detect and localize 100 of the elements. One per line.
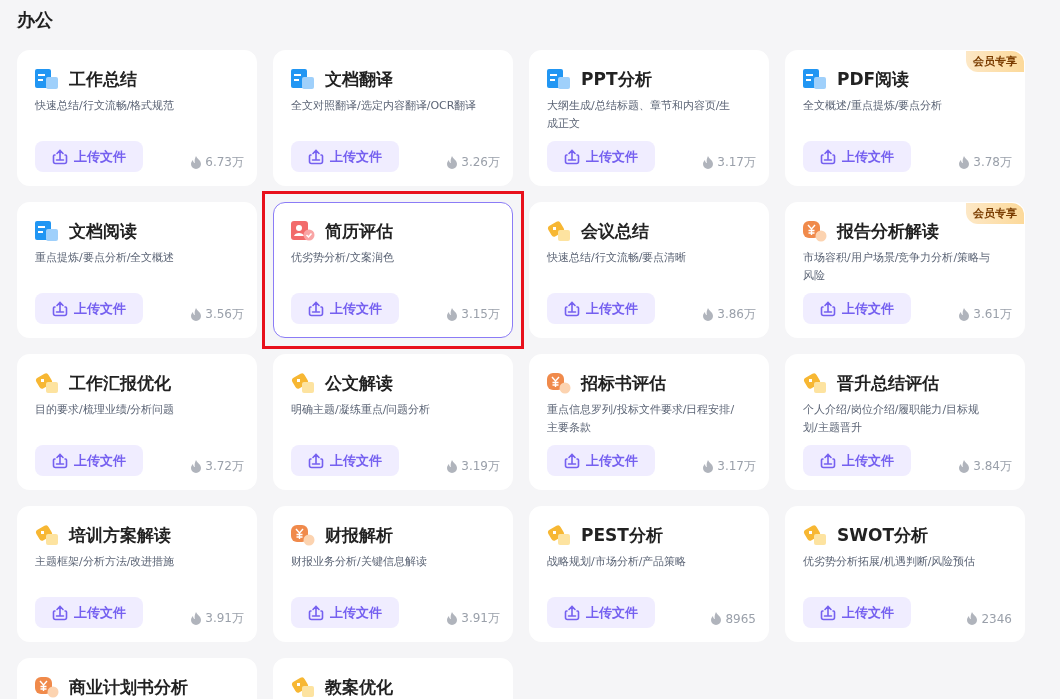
card-title: PPT分析 <box>581 67 652 91</box>
card-description: 战略规划/市场分析/产品策略 <box>547 554 688 570</box>
usage-count: 3.91万 <box>205 610 244 627</box>
upload-icon <box>308 604 324 621</box>
card-title: 财报解析 <box>325 523 393 547</box>
upload-icon <box>52 300 68 317</box>
upload-icon <box>308 148 324 165</box>
tool-card[interactable]: 会员专享 PDF阅读 全文概述/重点提炼/要点分析 上传文件 3.78万 <box>785 50 1025 186</box>
tool-card[interactable]: 文档阅读 重点提炼/要点分析/全文概述 上传文件 3.56万 <box>17 202 257 338</box>
upload-button[interactable]: 上传文件 <box>291 293 399 324</box>
usage-count: 3.72万 <box>205 458 244 475</box>
upload-icon <box>52 452 68 469</box>
card-title: 教案优化 <box>325 675 393 699</box>
upload-button[interactable]: 上传文件 <box>547 597 655 628</box>
upload-button[interactable]: 上传文件 <box>291 141 399 172</box>
tool-card[interactable]: 会员专享 报告分析解读 市场容积/用户场景/竞争力分析/策略与风险 上传文件 3.61万 <box>785 202 1025 338</box>
flame-icon <box>191 460 202 473</box>
flame-icon <box>703 156 714 169</box>
flame-icon <box>447 156 458 169</box>
upload-button[interactable]: 上传文件 <box>547 293 655 324</box>
upload-button[interactable]: 上传文件 <box>35 597 143 628</box>
coin-icon <box>803 220 827 242</box>
upload-button[interactable]: 上传文件 <box>291 445 399 476</box>
upload-button[interactable]: 上传文件 <box>547 445 655 476</box>
upload-icon <box>820 452 836 469</box>
flame-icon <box>959 156 970 169</box>
tool-card[interactable]: PPT分析 大纲生成/总结标题、章节和内容页/生成正文 上传文件 3.17万 <box>529 50 769 186</box>
flame-icon <box>959 308 970 321</box>
card-description: 目的要求/梳理业绩/分析问题 <box>35 402 176 418</box>
tool-card[interactable]: 简历评估 优劣势分析/文案润色 上传文件 3.15万 <box>273 202 513 338</box>
section-title: 办公 <box>17 8 53 32</box>
card-description: 快速总结/行文流畅/格式规范 <box>35 98 176 114</box>
document-icon <box>35 220 59 242</box>
ticket-icon <box>547 220 571 242</box>
upload-button[interactable]: 上传文件 <box>547 141 655 172</box>
card-title: PEST分析 <box>581 523 663 547</box>
document-icon <box>547 68 571 90</box>
usage-count: 3.86万 <box>717 306 756 323</box>
usage-count: 3.61万 <box>973 306 1012 323</box>
upload-icon <box>564 148 580 165</box>
tool-card[interactable]: SWOT分析 优劣势分析拓展/机遇判断/风险预估 上传文件 2346 <box>785 506 1025 642</box>
document-icon <box>291 68 315 90</box>
upload-button[interactable]: 上传文件 <box>35 293 143 324</box>
tool-card[interactable]: 晋升总结评估 个人介绍/岗位介绍/履职能力/目标规划/主题晋升 上传文件 3.84万 <box>785 354 1025 490</box>
card-title: 晋升总结评估 <box>837 371 939 395</box>
member-badge: 会员专享 <box>966 203 1024 224</box>
document-icon <box>803 68 827 90</box>
tool-card[interactable]: 文档翻译 全文对照翻译/选定内容翻译/OCR翻译 上传文件 3.26万 <box>273 50 513 186</box>
card-title: 招标书评估 <box>581 371 666 395</box>
flame-icon <box>967 612 978 625</box>
flame-icon <box>447 308 458 321</box>
tool-card[interactable]: 公文解读 明确主题/凝练重点/问题分析 上传文件 3.19万 <box>273 354 513 490</box>
card-title: 文档阅读 <box>69 219 137 243</box>
resume-icon <box>291 220 315 242</box>
usage-count: 6.73万 <box>205 154 244 171</box>
ticket-icon <box>35 372 59 394</box>
card-description: 财报业务分析/关键信息解读 <box>291 554 428 570</box>
flame-icon <box>959 460 970 473</box>
ticket-icon <box>291 676 315 698</box>
tool-card[interactable]: 培训方案解读 主题框架/分析方法/改进措施 上传文件 3.91万 <box>17 506 257 642</box>
upload-icon <box>564 604 580 621</box>
ticket-icon <box>547 524 571 546</box>
upload-icon <box>564 300 580 317</box>
tool-card[interactable]: PEST分析 战略规划/市场分析/产品策略 上传文件 8965 <box>529 506 769 642</box>
upload-button[interactable]: 上传文件 <box>35 141 143 172</box>
card-description: 大纲生成/总结标题、章节和内容页/生成正文 <box>547 98 732 132</box>
tool-card[interactable]: 招标书评估 重点信息罗列/投标文件要求/日程安排/主要条款 上传文件 3.17万 <box>529 354 769 490</box>
flame-icon <box>191 156 202 169</box>
card-description: 优劣势分析/文案润色 <box>291 250 395 266</box>
usage-count: 3.91万 <box>461 610 500 627</box>
upload-button[interactable]: 上传文件 <box>803 445 911 476</box>
card-description: 重点提炼/要点分析/全文概述 <box>35 250 176 266</box>
card-title: 工作汇报优化 <box>69 371 171 395</box>
card-title: 培训方案解读 <box>69 523 171 547</box>
card-description: 主题框架/分析方法/改进措施 <box>35 554 176 570</box>
coin-icon <box>35 676 59 698</box>
tool-card[interactable]: 财报解析 财报业务分析/关键信息解读 上传文件 3.91万 <box>273 506 513 642</box>
flame-icon <box>711 612 722 625</box>
tool-card[interactable]: 工作总结 快速总结/行文流畅/格式规范 上传文件 6.73万 <box>17 50 257 186</box>
card-title: PDF阅读 <box>837 67 910 91</box>
tool-card[interactable]: 会议总结 快速总结/行文流畅/要点清晰 上传文件 3.86万 <box>529 202 769 338</box>
flame-icon <box>703 460 714 473</box>
usage-count: 3.19万 <box>461 458 500 475</box>
ticket-icon <box>291 372 315 394</box>
upload-button[interactable]: 上传文件 <box>291 597 399 628</box>
card-description: 个人介绍/岗位介绍/履职能力/目标规划/主题晋升 <box>803 402 981 436</box>
upload-button[interactable]: 上传文件 <box>803 293 911 324</box>
card-title: 会议总结 <box>581 219 649 243</box>
card-description: 明确主题/凝练重点/问题分析 <box>291 402 432 418</box>
upload-button[interactable]: 上传文件 <box>35 445 143 476</box>
tool-card[interactable]: 教案优化 <box>273 658 513 699</box>
tool-card[interactable]: 商业计划书分析 <box>17 658 257 699</box>
card-title: 公文解读 <box>325 371 393 395</box>
usage-count: 3.17万 <box>717 458 756 475</box>
upload-button[interactable]: 上传文件 <box>803 597 911 628</box>
upload-button[interactable]: 上传文件 <box>803 141 911 172</box>
upload-icon <box>564 452 580 469</box>
tool-card[interactable]: 工作汇报优化 目的要求/梳理业绩/分析问题 上传文件 3.72万 <box>17 354 257 490</box>
usage-count: 3.26万 <box>461 154 500 171</box>
coin-icon <box>547 372 571 394</box>
